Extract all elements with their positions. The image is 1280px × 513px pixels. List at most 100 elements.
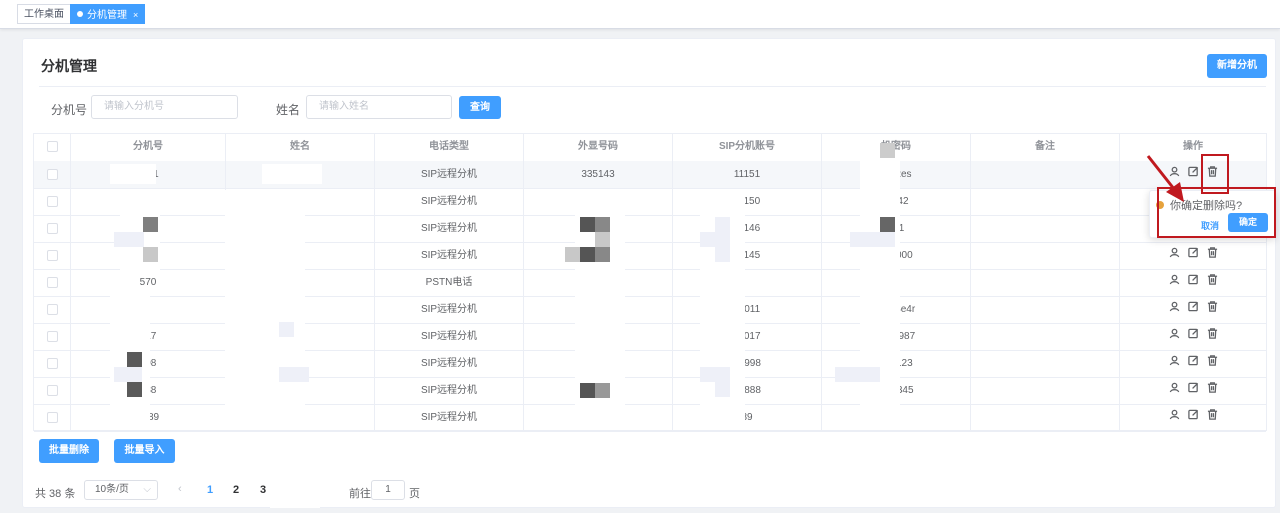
cell-type: SIP远程分机 (375, 242, 524, 269)
user-icon[interactable] (1169, 323, 1180, 350)
delete-icon[interactable] (1207, 296, 1218, 323)
cell-type: SIP远程分机 (375, 377, 524, 404)
checkbox-icon[interactable] (46, 411, 58, 423)
page-size-select[interactable]: 10条/页 ⌵ (84, 480, 158, 500)
page-2[interactable]: 2 (233, 484, 239, 496)
mosaic-block (143, 217, 158, 232)
edit-icon[interactable] (1187, 377, 1199, 404)
page-3[interactable]: 3 (260, 484, 266, 496)
tab-workbench[interactable]: 工作桌面 (17, 4, 71, 24)
checkbox-icon[interactable] (46, 195, 58, 207)
table-row: 998SIP远程分机99998123123 (34, 350, 1266, 378)
name-search-input[interactable]: 请输入姓名 (306, 95, 452, 119)
pagination-total: 共 38 条 (35, 488, 76, 500)
delete-icon[interactable] (1207, 404, 1218, 431)
chevron-down-icon: ⌵ (143, 484, 151, 495)
table-row: 8989SIP远程分机0239 (34, 404, 1266, 432)
cell-note (971, 404, 1120, 431)
table-header: 分机号 姓名 电话类型 外显号码 SIP分机账号 机密码 备注 操作 (34, 134, 1266, 162)
row-checkbox-cell[interactable] (34, 350, 71, 377)
cell-note (971, 161, 1120, 188)
mosaic-block (595, 232, 610, 247)
content-card: 分机管理 新增分机 分机号 请输入分机号 姓名 请输入姓名 查询 分机号 姓名 … (22, 38, 1276, 508)
row-checkbox-cell[interactable] (34, 323, 71, 350)
ext-search-input[interactable]: 请输入分机号 (91, 95, 238, 119)
chevron-left-icon[interactable]: ‹ (178, 483, 182, 495)
cell-actions (1120, 323, 1266, 350)
table-row: 888SIP远程分机02 14388888xl12345 (34, 377, 1266, 405)
edit-icon[interactable] (1187, 296, 1199, 323)
cell-type: SIP远程分机 (375, 161, 524, 188)
redaction-mask (860, 410, 940, 430)
row-checkbox-cell[interactable] (34, 377, 71, 404)
header-name: 姓名 (226, 134, 375, 161)
cell-note (971, 350, 1120, 377)
cell-note (971, 242, 1120, 269)
cell-display-number: 335143 (524, 161, 673, 188)
checkbox-icon[interactable] (46, 249, 58, 261)
edit-icon[interactable] (1187, 269, 1199, 296)
delete-icon[interactable] (1207, 377, 1218, 404)
bulk-import-button[interactable]: 批量导入 (114, 439, 175, 463)
mosaic-block (880, 143, 895, 158)
checkbox-icon[interactable] (46, 222, 58, 234)
checkbox-icon[interactable] (46, 330, 58, 342)
checkbox-icon[interactable] (46, 384, 58, 396)
close-icon[interactable]: × (133, 10, 138, 20)
checkbox-icon[interactable] (46, 168, 58, 180)
user-icon[interactable] (1169, 404, 1180, 431)
tab-label: 工作桌面 (24, 9, 64, 20)
cell-sip-account: 99998 (673, 350, 822, 377)
cell-actions (1120, 404, 1266, 431)
checkbox-icon[interactable] (46, 276, 58, 288)
mosaic-block (715, 217, 730, 232)
row-checkbox-cell[interactable] (34, 188, 71, 215)
row-checkbox-cell[interactable] (34, 215, 71, 242)
checkbox-icon[interactable] (46, 140, 58, 152)
cell-note (971, 323, 1120, 350)
page-1[interactable]: 1 (207, 484, 213, 496)
cell-sip-account: 11145 (673, 242, 822, 269)
edit-icon[interactable] (1187, 404, 1199, 431)
goto-page-input[interactable]: 1 (371, 480, 405, 500)
delete-icon[interactable] (1207, 269, 1218, 296)
row-checkbox-cell[interactable] (34, 242, 71, 269)
user-icon[interactable] (1169, 350, 1180, 377)
user-icon[interactable] (1169, 269, 1180, 296)
mosaic-block (580, 217, 595, 232)
edit-icon[interactable] (1187, 323, 1199, 350)
add-extension-button[interactable]: 新增分机 (1207, 54, 1267, 78)
row-checkbox-cell[interactable] (34, 296, 71, 323)
user-icon[interactable] (1169, 377, 1180, 404)
delete-icon[interactable] (1207, 323, 1218, 350)
checkbox-icon[interactable] (46, 303, 58, 315)
query-button[interactable]: 查询 (459, 96, 501, 119)
user-icon[interactable] (1169, 296, 1180, 323)
bulk-delete-button[interactable]: 批量删除 (39, 439, 99, 463)
cell-sip-account (673, 269, 822, 296)
page-title: 分机管理 (41, 58, 97, 74)
table-row: SIP远程分机11150lfgr42 (34, 188, 1266, 216)
checkbox-icon[interactable] (46, 357, 58, 369)
mosaic-block (595, 217, 610, 232)
delete-icon[interactable] (1207, 350, 1218, 377)
cell-sip-account: 88888 (673, 377, 822, 404)
tab-label: 分机管理 (87, 10, 127, 21)
annotation-arrow-icon (1146, 155, 1184, 202)
edit-icon[interactable] (1187, 350, 1199, 377)
cell-sip-account: 11151 (673, 161, 822, 188)
row-checkbox-cell[interactable] (34, 269, 71, 296)
row-checkbox-cell[interactable] (34, 161, 71, 188)
mosaic-block (127, 382, 142, 397)
edit-icon[interactable] (1187, 242, 1199, 269)
header-ext: 分机号 (71, 134, 226, 161)
mosaic-block (127, 352, 142, 367)
delete-icon[interactable] (1207, 242, 1218, 269)
table-row: 570PSTN电话143 (34, 269, 1266, 297)
mosaic-block (279, 367, 309, 382)
header-checkbox-cell[interactable] (34, 134, 71, 161)
mosaic-block (580, 247, 595, 262)
tab-extension-management[interactable]: 分机管理 × (70, 4, 146, 24)
user-icon[interactable] (1169, 242, 1180, 269)
row-checkbox-cell[interactable] (34, 404, 71, 431)
